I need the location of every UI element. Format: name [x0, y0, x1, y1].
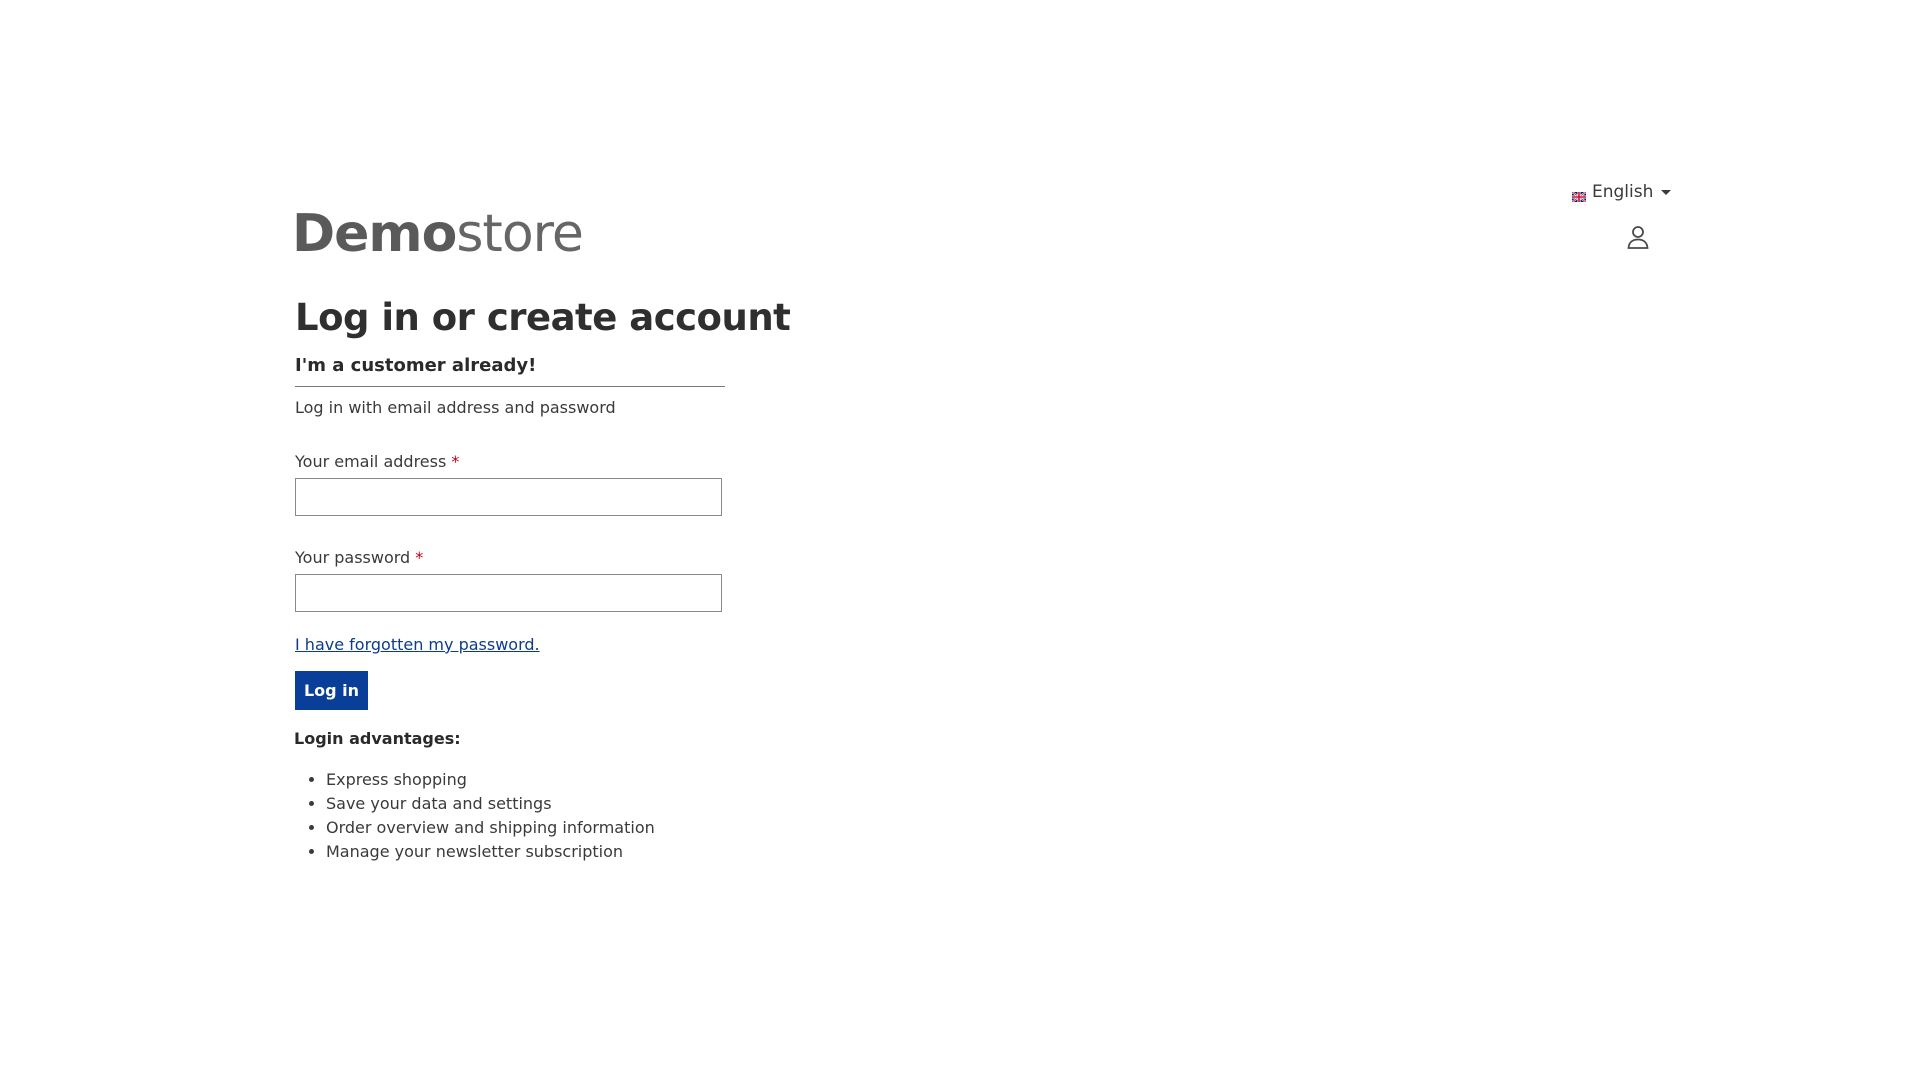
- login-button[interactable]: Log in: [295, 671, 368, 710]
- password-field[interactable]: [295, 574, 722, 612]
- list-item: Manage your newsletter subscription: [326, 840, 725, 864]
- password-label-text: Your password: [295, 548, 411, 567]
- required-marker: *: [451, 452, 460, 471]
- list-item: Express shopping: [326, 768, 725, 792]
- login-intro: Log in with email address and password: [295, 398, 616, 417]
- page: English Demostore Log in or create accou…: [0, 0, 1920, 1080]
- password-label: Your password *: [295, 548, 725, 567]
- login-section: Log in or create account I'm a customer …: [294, 296, 791, 864]
- logo-light-text: store: [456, 204, 584, 264]
- login-subtitle: I'm a customer already!: [295, 355, 725, 387]
- required-marker: *: [415, 548, 424, 567]
- language-label: English: [1592, 182, 1654, 202]
- page-title: Log in or create account: [295, 296, 791, 339]
- chevron-down-icon: [1661, 189, 1672, 195]
- store-logo[interactable]: Demostore: [292, 204, 584, 264]
- user-icon[interactable]: [1626, 224, 1650, 250]
- email-label: Your email address *: [295, 452, 725, 471]
- language-selector[interactable]: English: [1571, 182, 1672, 203]
- email-label-text: Your email address: [295, 452, 447, 471]
- list-item: Save your data and settings: [326, 792, 725, 816]
- uk-flag-icon: [1571, 187, 1587, 203]
- forgot-password-link[interactable]: I have forgotten my password.: [295, 635, 540, 654]
- advantages-title: Login advantages:: [294, 729, 461, 748]
- email-field[interactable]: [295, 478, 722, 516]
- advantages-list: Express shopping Save your data and sett…: [295, 768, 725, 864]
- logo-bold-text: Demo: [292, 204, 457, 264]
- list-item: Order overview and shipping information: [326, 816, 725, 840]
